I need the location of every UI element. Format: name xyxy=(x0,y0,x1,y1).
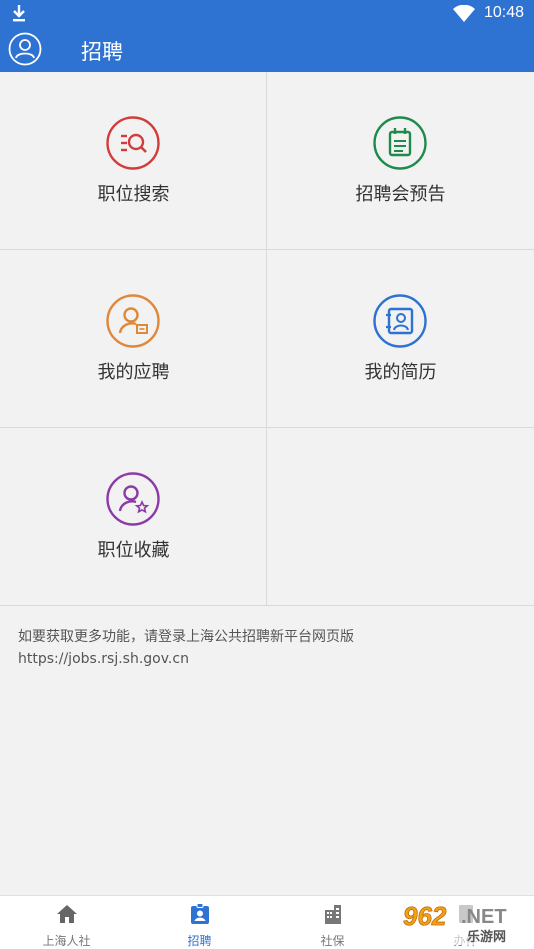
building-icon xyxy=(325,905,341,924)
home-icon xyxy=(57,905,77,923)
menu-empty-cell xyxy=(267,428,534,606)
menu-item-label: 招聘会预告 xyxy=(355,184,446,205)
status-bar: 10:48 xyxy=(0,0,534,28)
page-title: 招聘 xyxy=(81,40,123,64)
job-favorite-icon xyxy=(106,472,160,526)
menu-item-label: 我的简历 xyxy=(364,362,437,383)
watermark-suffix: .NET xyxy=(461,906,507,928)
job-search-icon xyxy=(106,116,160,170)
menu-item-job-favorite[interactable]: 职位收藏 xyxy=(0,428,267,606)
tab-label: 招聘 xyxy=(187,934,212,948)
tab-label: 社保 xyxy=(320,934,345,948)
download-icon xyxy=(13,5,25,22)
user-avatar-icon[interactable] xyxy=(8,32,42,66)
menu-item-label: 职位搜索 xyxy=(97,184,170,205)
menu-grid: 职位搜索 招聘会预告 我的应聘 我的简历 职位收藏 xyxy=(0,72,534,606)
tab-label: 上海人社 xyxy=(42,934,91,948)
tab-shanghai-hr[interactable]: 上海人社 xyxy=(0,896,133,949)
menu-item-job-fair-notice[interactable]: 招聘会预告 xyxy=(267,72,534,250)
watermark-sub: 乐游网 xyxy=(467,929,506,945)
watermark-logo: 962 .NET 乐游网 xyxy=(395,899,530,945)
menu-item-label: 职位收藏 xyxy=(97,540,170,561)
app-header: 招聘 xyxy=(0,28,534,72)
status-time: 10:48 xyxy=(484,4,525,21)
menu-item-job-search[interactable]: 职位搜索 xyxy=(0,72,267,250)
hint-text: 如要获取更多功能，请登录上海公共招聘新平台网页版 xyxy=(18,629,354,645)
my-resume-icon xyxy=(373,294,427,348)
wifi-icon xyxy=(453,5,475,22)
my-application-icon xyxy=(106,294,160,348)
tab-social-security[interactable]: 社保 xyxy=(266,896,399,949)
watermark-brand: 962 xyxy=(403,901,447,931)
menu-item-my-application[interactable]: 我的应聘 xyxy=(0,250,267,428)
menu-item-label: 我的应聘 xyxy=(97,362,170,383)
job-fair-notice-icon xyxy=(373,116,427,170)
id-badge-icon xyxy=(191,903,209,924)
menu-item-my-resume[interactable]: 我的简历 xyxy=(267,250,534,428)
hint-url[interactable]: https://jobs.rsj.sh.gov.cn xyxy=(18,648,518,670)
tab-recruitment[interactable]: 招聘 xyxy=(133,896,266,949)
info-hint: 如要获取更多功能，请登录上海公共招聘新平台网页版 https://jobs.rs… xyxy=(18,626,518,670)
